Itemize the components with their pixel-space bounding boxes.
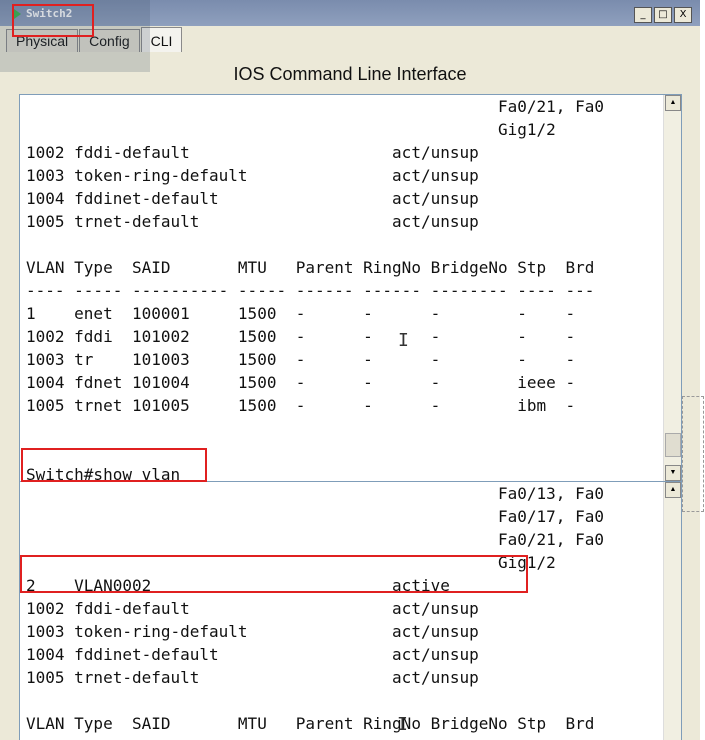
cli-line: 1004 fdnet 101004 1500 - - - ieee -: [26, 373, 576, 392]
highlight-vlan2-row: [20, 555, 528, 593]
cli-line: 1003 token-ring-default act/unsup: [26, 622, 479, 641]
cli-line: VLAN Type SAID MTU Parent RingNo BridgeN…: [26, 258, 595, 277]
cli-line: 1002 fddi-default act/unsup: [26, 143, 479, 162]
cli-line: 1005 trnet-default act/unsup: [26, 212, 479, 231]
scroll-up-icon[interactable]: ▲: [665, 482, 681, 498]
cli-line: 1005 trnet-default act/unsup: [26, 668, 479, 687]
cli-line: VLAN Type SAID MTU Parent RingNo BridgeN…: [26, 714, 595, 733]
cli-line: 1004 fddinet-default act/unsup: [26, 189, 479, 208]
highlight-title: [12, 4, 94, 37]
scrollbar-top[interactable]: ▲ ▼: [663, 95, 681, 481]
scrollbar-bottom[interactable]: ▲: [663, 482, 681, 740]
cli-line: ---- ----- ---------- ----- ------ -----…: [26, 281, 595, 300]
scroll-down-icon[interactable]: ▼: [665, 465, 681, 481]
cli-output-bottom[interactable]: ---- ----- ---------- ----- ------ -----…: [19, 481, 682, 740]
scroll-up-icon[interactable]: ▲: [665, 95, 681, 111]
cli-window: Switch2 _ □ X Physical Config CLI IOS Co…: [0, 0, 700, 740]
cli-line: 1003 token-ring-default act/unsup: [26, 166, 479, 185]
cli-line: Gig1/2: [26, 120, 556, 139]
cli-line: Fa0/17, Fa0: [26, 507, 604, 526]
cli-line: 1002 fddi 101002 1500 - - - - -: [26, 327, 576, 346]
cli-line: Fa0/13, Fa0: [26, 484, 604, 503]
cli-line: Fa0/21, Fa0: [26, 530, 604, 549]
cli-line: 1004 fddinet-default act/unsup: [26, 645, 479, 664]
selection-outline: [682, 396, 704, 512]
text-cursor-icon: I: [398, 330, 409, 351]
cli-line: 1005 trnet 101005 1500 - - - ibm -: [26, 396, 576, 415]
cli-output-top[interactable]: Switch#show vlan 1005 trnet 101005 1500 -…: [19, 94, 682, 482]
text-cursor-icon: I: [397, 714, 408, 735]
close-button[interactable]: X: [674, 7, 692, 23]
maximize-button[interactable]: □: [654, 7, 672, 23]
page-title: IOS Command Line Interface: [233, 64, 467, 84]
highlight-show-vlan: [21, 448, 207, 482]
window-controls: _ □ X: [634, 7, 692, 23]
scroll-thumb[interactable]: [665, 433, 681, 457]
cli-line: 1 enet 100001 1500 - - - - -: [26, 304, 576, 323]
cli-line: Fa0/21, Fa0: [26, 97, 604, 116]
title-bar[interactable]: Switch2 _ □ X: [0, 0, 700, 26]
cli-line: 1003 tr 101003 1500 - - - - -: [26, 350, 576, 369]
cli-line: ---- ----- ---------- ----- ------ -----…: [26, 735, 594, 740]
tab-cli[interactable]: CLI: [140, 27, 183, 52]
minimize-button[interactable]: _: [634, 7, 652, 23]
cli-line: 1002 fddi-default act/unsup: [26, 599, 479, 618]
